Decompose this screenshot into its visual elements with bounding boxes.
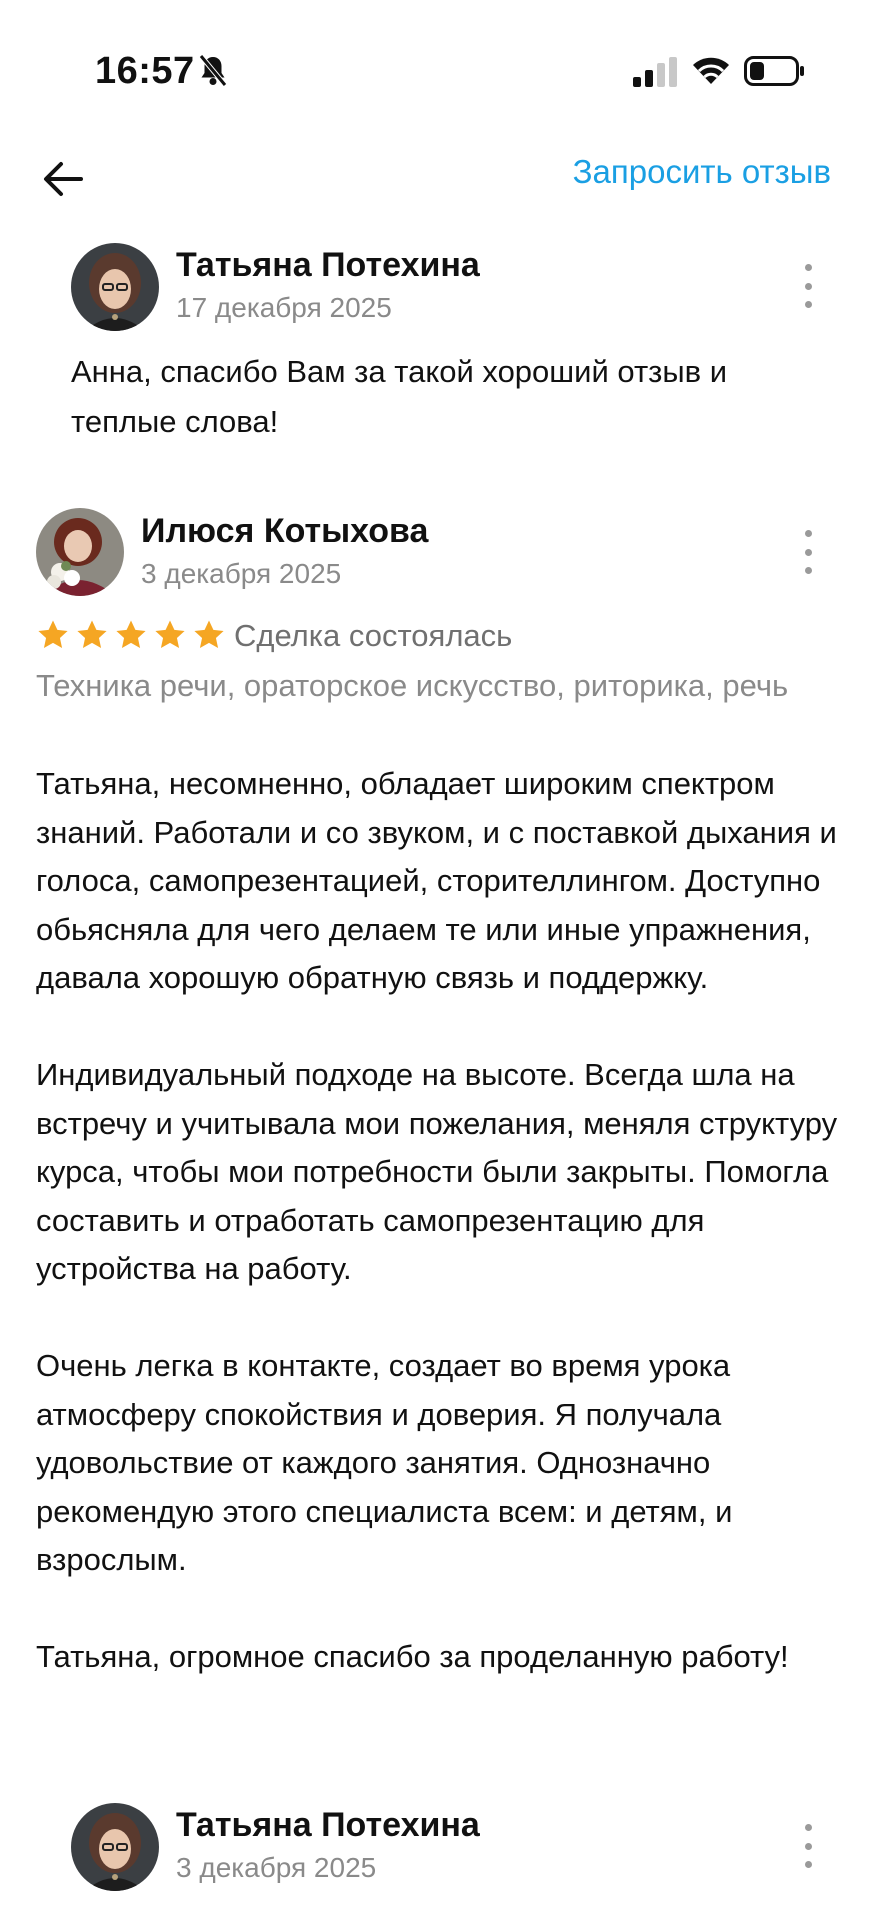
reply-author-name[interactable]: Татьяна Потехина <box>176 246 480 285</box>
dot <box>804 548 812 556</box>
reply-date: 17 декабря 2025 <box>176 292 392 323</box>
star-icon <box>77 620 107 649</box>
bell-muted-icon <box>198 54 228 93</box>
dot <box>804 1824 812 1831</box>
dot <box>804 264 812 271</box>
wifi-icon <box>691 53 731 92</box>
review-paragraph: Индивидуальный подходе на высоте. Всегда… <box>36 1057 838 1286</box>
avatar <box>71 243 159 331</box>
dot <box>804 1842 812 1850</box>
reply-author-name[interactable]: Татьяна Потехина <box>176 1806 480 1845</box>
more-options-button[interactable] <box>793 1824 823 1868</box>
avatar <box>36 508 124 596</box>
status-bar: 16:57 <box>0 0 883 140</box>
battery-icon <box>744 56 806 91</box>
star-icon <box>194 620 224 649</box>
avatar <box>71 1803 159 1891</box>
star-icon <box>38 620 68 649</box>
star-icon <box>155 620 185 649</box>
arrow-left-icon <box>44 162 83 196</box>
status-time: 16:57 <box>95 50 195 92</box>
rating-stars <box>36 618 231 652</box>
deal-status: Сделка состоялась <box>234 618 513 653</box>
signal-icon <box>633 57 677 92</box>
dot <box>804 301 812 308</box>
dot <box>804 1861 812 1868</box>
dot <box>804 567 812 574</box>
dot <box>804 282 812 290</box>
review-paragraph: Татьяна, огромное спасибо за проделанную… <box>36 1639 789 1674</box>
more-options-button[interactable] <box>793 264 823 308</box>
dot <box>804 530 812 537</box>
review-paragraph: Очень легка в контакте, создает во время… <box>36 1348 733 1577</box>
review-paragraph: Татьяна, несомненно, обладает широким сп… <box>36 766 837 995</box>
review-text: Татьяна, несомненно, обладает широким сп… <box>36 760 856 1730</box>
star-icon <box>116 620 146 649</box>
back-button[interactable] <box>36 152 90 206</box>
review-subject: Техника речи, ораторское искусство, рито… <box>36 668 789 703</box>
more-options-button[interactable] <box>793 530 823 574</box>
review-author-name[interactable]: Илюся Котыхова <box>141 512 428 551</box>
reply-date: 3 декабря 2025 <box>176 1852 377 1883</box>
review-date: 3 декабря 2025 <box>141 558 342 589</box>
reply-text: Анна, спасибо Вам за такой хороший отзыв… <box>71 354 728 439</box>
request-review-link[interactable]: Запросить отзыв <box>573 153 831 191</box>
top-bar: Запросить отзыв <box>0 140 883 220</box>
